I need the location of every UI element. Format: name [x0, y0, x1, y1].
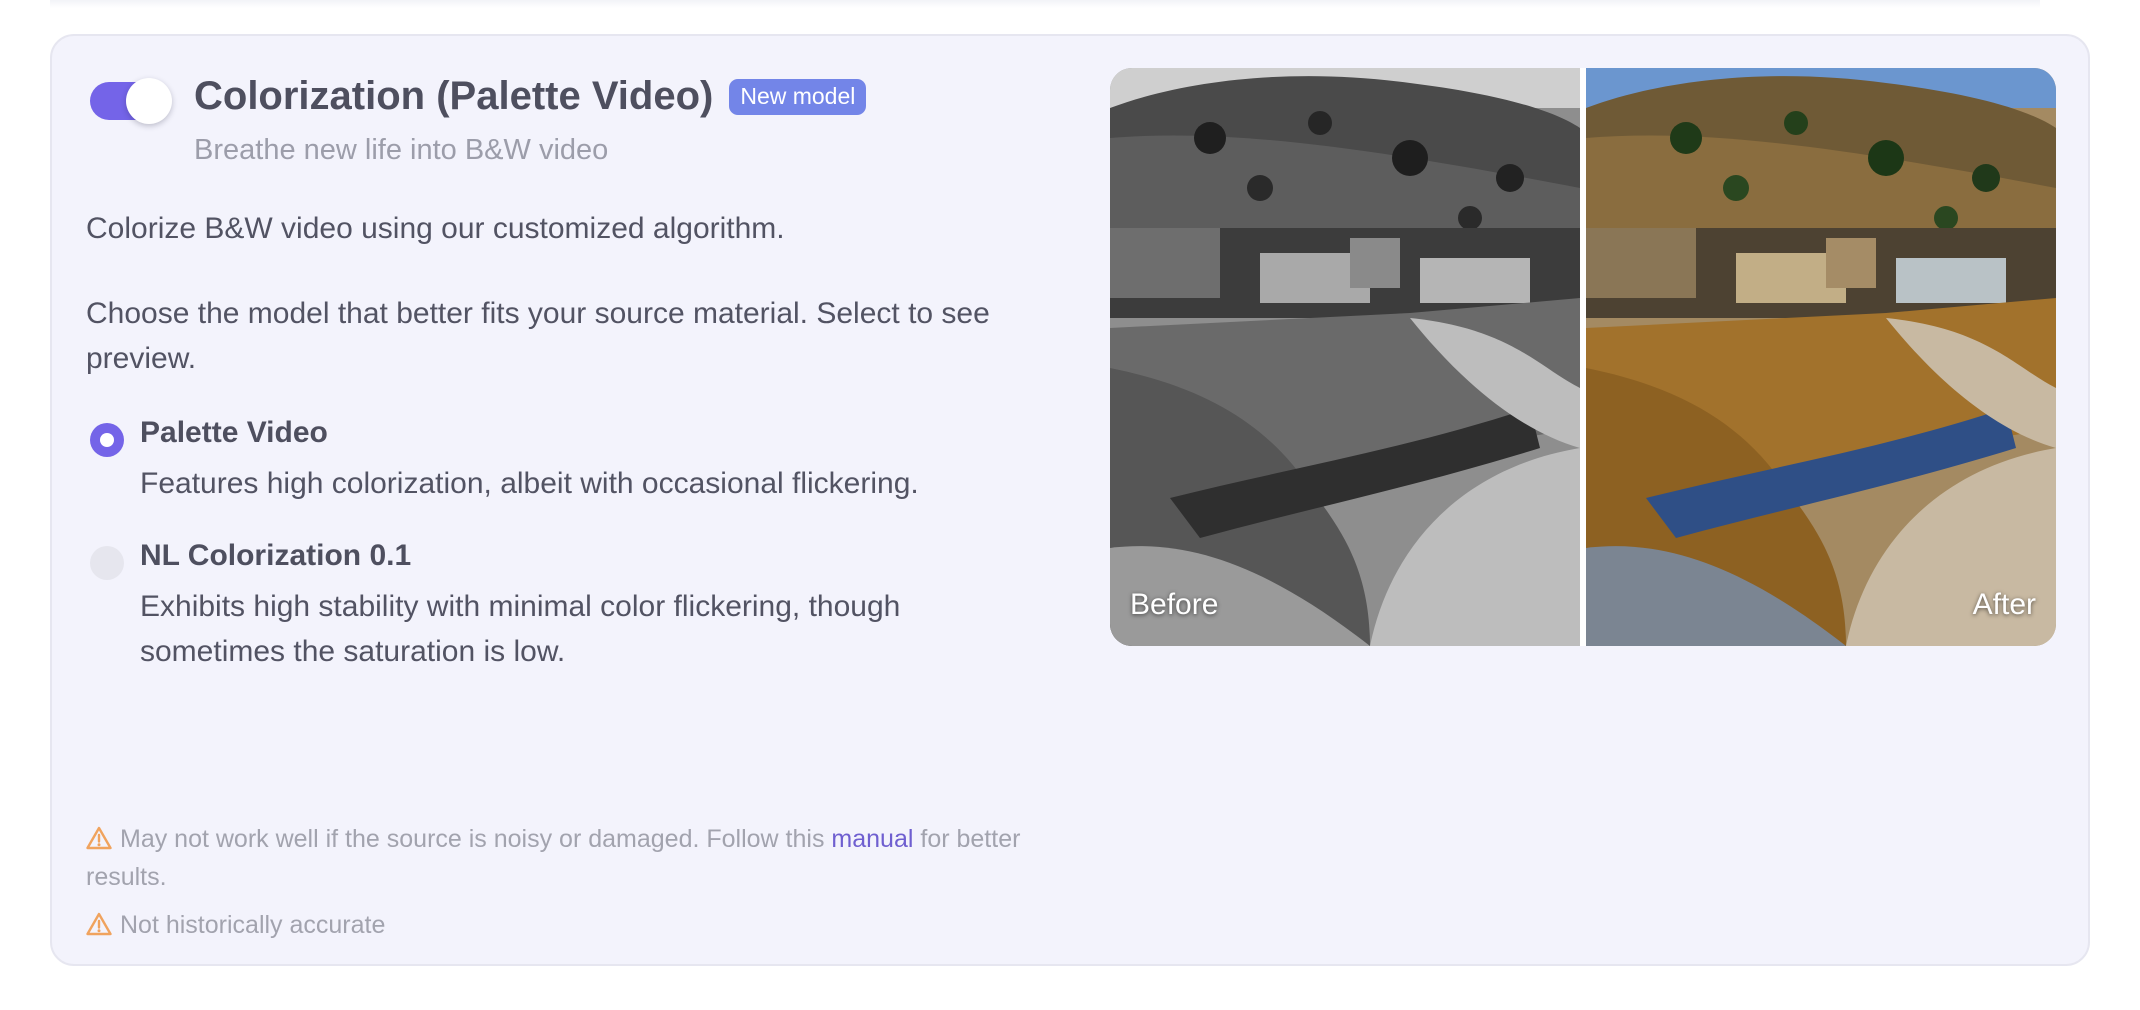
model-option-label: Palette Video [140, 416, 328, 449]
warning-triangle-icon [86, 826, 112, 850]
radio-nl-colorization[interactable] [90, 546, 124, 580]
before-after-preview: Before After [1110, 68, 2056, 646]
after-image [1586, 68, 2056, 646]
manual-link[interactable]: manual [831, 825, 913, 853]
before-caption: Before [1130, 588, 1219, 621]
feature-subtitle: Breathe new life into B&W video [194, 134, 609, 166]
after-caption: After [1972, 588, 2036, 621]
warning-text: May not work well if the source is noisy… [120, 825, 825, 853]
warning-noisy-source: May not work well if the source is noisy… [86, 820, 1036, 896]
warning-text: Not historically accurate [120, 911, 386, 939]
model-choice-hint: Choose the model that better fits your s… [86, 297, 990, 375]
model-option-description: Features high colorization, albeit with … [140, 467, 919, 500]
feature-title-row: Colorization (Palette Video) New model [194, 74, 867, 119]
warning-triangle-icon [86, 912, 112, 936]
model-option-description: Exhibits high stability with minimal col… [140, 590, 901, 668]
top-divider [50, 0, 2040, 8]
radio-palette-video[interactable] [90, 423, 124, 457]
colorization-feature-card: Colorization (Palette Video) New model B… [50, 34, 2090, 966]
new-model-badge: New model [729, 78, 867, 115]
before-image [1110, 68, 1580, 646]
feature-title: Colorization (Palette Video) [194, 74, 714, 118]
colorization-toggle[interactable] [90, 78, 172, 124]
toggle-knob [126, 78, 172, 124]
model-option-label: NL Colorization 0.1 [140, 539, 412, 572]
feature-description: Colorize B&W video using our customized … [86, 212, 785, 245]
warning-historical-accuracy: Not historically accurate [86, 906, 1036, 944]
